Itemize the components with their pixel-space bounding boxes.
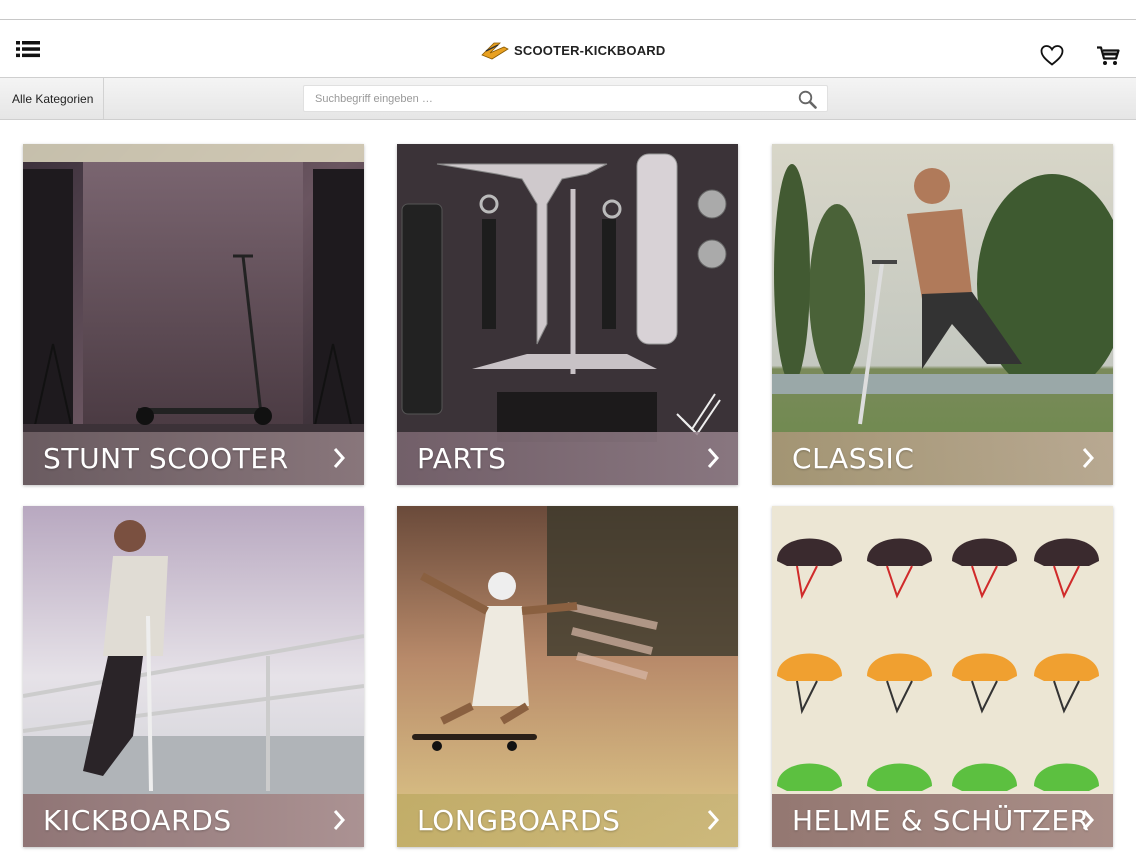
tile-label: PARTS [417, 442, 507, 475]
category-search-bar: Alle Kategorien [0, 78, 1136, 120]
tile-label: KICKBOARDS [43, 804, 232, 837]
chevron-right-icon [333, 810, 346, 830]
category-tile-kickboards[interactable]: KICKBOARDS [23, 506, 364, 847]
search-icon[interactable] [798, 90, 817, 114]
tile-label: STUNT SCOOTER [43, 442, 289, 475]
app-header: SCOOTER-KICKBOARD [0, 20, 1136, 78]
tile-label: HELME & SCHÜTZER [792, 804, 1090, 837]
category-tile-classic[interactable]: CLASSIC [772, 144, 1113, 485]
all-categories-button[interactable]: Alle Kategorien [0, 78, 104, 119]
logo-mark-icon [481, 42, 509, 60]
search-input[interactable] [304, 86, 774, 111]
chevron-right-icon [1082, 810, 1095, 830]
tile-caption: HELME & SCHÜTZER [772, 794, 1113, 847]
category-tile-stunt-scooter[interactable]: STUNT SCOOTER [23, 144, 364, 485]
status-strip [0, 0, 1136, 20]
chevron-right-icon [707, 448, 720, 468]
chevron-right-icon [333, 448, 346, 468]
site-logo[interactable]: SCOOTER-KICKBOARD [480, 36, 665, 64]
chevron-right-icon [1082, 448, 1095, 468]
tile-caption: STUNT SCOOTER [23, 432, 364, 485]
tile-caption: LONGBOARDS [397, 794, 738, 847]
category-tile-parts[interactable]: PARTS [397, 144, 738, 485]
tile-label: LONGBOARDS [417, 804, 621, 837]
search-box [303, 85, 828, 112]
heart-icon[interactable] [1040, 45, 1064, 72]
tile-caption: PARTS [397, 432, 738, 485]
tile-caption: KICKBOARDS [23, 794, 364, 847]
chevron-right-icon [707, 810, 720, 830]
category-tile-longboards[interactable]: LONGBOARDS [397, 506, 738, 847]
logo-text: SCOOTER-KICKBOARD [514, 42, 666, 58]
list-menu-icon[interactable] [16, 39, 40, 59]
tile-caption: CLASSIC [772, 432, 1113, 485]
category-tile-helme-schuetzer[interactable]: HELME & SCHÜTZER [772, 506, 1113, 847]
cart-icon[interactable] [1096, 45, 1120, 72]
tile-label: CLASSIC [792, 442, 915, 475]
